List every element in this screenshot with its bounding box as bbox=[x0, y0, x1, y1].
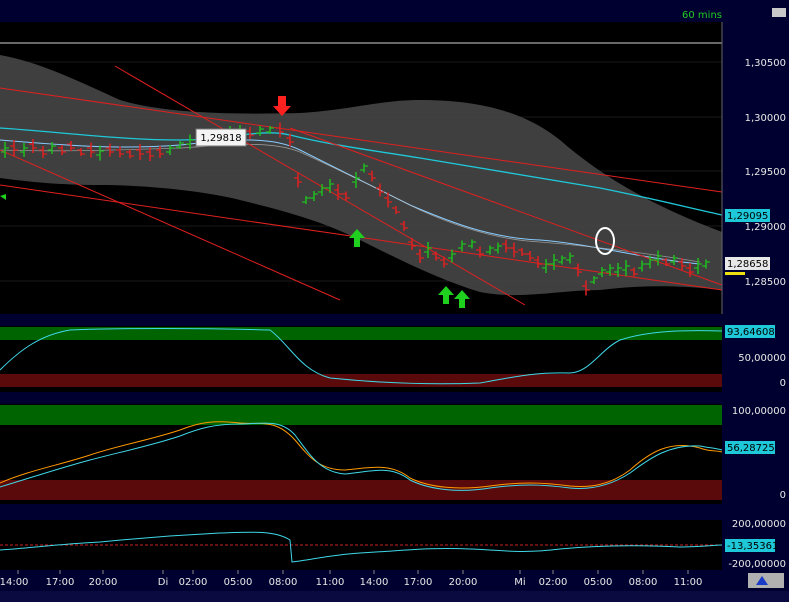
indicator3-axis-label: 200,00000 bbox=[732, 519, 786, 530]
timeframe-label: 60 mins bbox=[682, 10, 722, 21]
indicator3-axis-label: -200,00000 bbox=[728, 559, 786, 570]
indicator2-axis-label: 100,00000 bbox=[732, 406, 786, 417]
time-label: 17:00 bbox=[46, 577, 75, 588]
time-label: 14:00 bbox=[0, 577, 28, 588]
price-axis-label: 1,29000 bbox=[745, 222, 786, 233]
price-callout-text: 1,29818 bbox=[200, 133, 241, 144]
time-label: 02:00 bbox=[179, 577, 208, 588]
time-label: 20:00 bbox=[449, 577, 478, 588]
chart-svg: 60 mins 1,29818 1,30500 1,30000 1,29500 … bbox=[0, 0, 789, 602]
indicator2-overbought-zone bbox=[0, 405, 722, 425]
panel-separator bbox=[0, 392, 789, 404]
indicator2-axis-label: 0 bbox=[780, 490, 786, 501]
indicator1-value-text: 93,64608 bbox=[727, 327, 775, 338]
day-label: Mi bbox=[514, 577, 525, 588]
time-label: 08:00 bbox=[629, 577, 658, 588]
price-axis-label: 1,29500 bbox=[745, 167, 786, 178]
price-axis-label: 1,30500 bbox=[745, 58, 786, 69]
day-label: Di bbox=[158, 577, 168, 588]
window-control-icon[interactable] bbox=[772, 8, 786, 17]
time-label: 02:00 bbox=[539, 577, 568, 588]
time-label: 08:00 bbox=[269, 577, 298, 588]
price-axis-label: 1,28500 bbox=[745, 277, 786, 288]
time-label: 14:00 bbox=[360, 577, 389, 588]
time-label: 11:00 bbox=[674, 577, 703, 588]
indicator2-value-text: 56,28725 bbox=[727, 443, 775, 454]
panel-separator bbox=[0, 314, 789, 326]
indicator1-axis-label: 50,00000 bbox=[738, 353, 786, 364]
last-price-text: 1,28658 bbox=[727, 259, 768, 270]
time-label: 17:00 bbox=[404, 577, 433, 588]
horizontal-scrollbar[interactable] bbox=[0, 591, 789, 602]
price-axis-label: 1,30000 bbox=[745, 113, 786, 124]
scroll-button[interactable] bbox=[748, 573, 784, 588]
price-marker bbox=[725, 272, 745, 275]
indicator1-axis-label: 0 bbox=[780, 378, 786, 389]
panel-separator bbox=[0, 504, 789, 520]
time-label: 11:00 bbox=[316, 577, 345, 588]
indicator3-value-text: -13,35361 bbox=[727, 541, 778, 552]
title-bar bbox=[0, 0, 789, 22]
chart-window: 60 mins 1,29818 1,30500 1,30000 1,29500 … bbox=[0, 0, 789, 602]
indicator2-oversold-zone bbox=[0, 480, 722, 500]
ma-value-text: 1,29095 bbox=[727, 211, 768, 222]
time-label: 05:00 bbox=[584, 577, 613, 588]
time-label: 20:00 bbox=[89, 577, 118, 588]
time-label: 05:00 bbox=[224, 577, 253, 588]
